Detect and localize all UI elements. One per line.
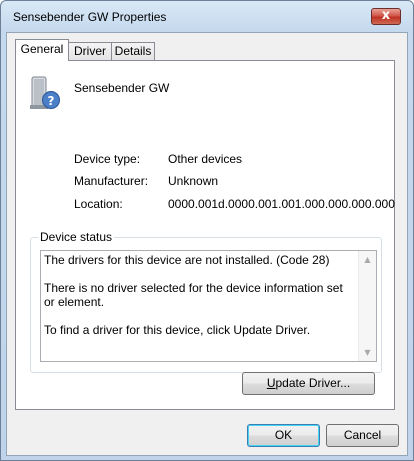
update-driver-button[interactable]: Update Driver... — [242, 372, 375, 395]
tab-general[interactable]: General — [15, 39, 69, 61]
device-status-textbox[interactable]: The drivers for this device are not inst… — [40, 250, 377, 362]
status-line: The drivers for this device are not inst… — [44, 253, 330, 267]
cancel-label: Cancel — [343, 428, 382, 442]
window-title: Sensebender GW Properties — [13, 10, 167, 24]
svg-text:?: ? — [48, 94, 55, 108]
manufacturer-value: Unknown — [168, 174, 219, 188]
unknown-device-icon: ? — [30, 76, 60, 109]
device-name: Sensebender GW — [74, 81, 170, 95]
ok-button[interactable]: OK — [247, 424, 320, 447]
status-line: To find a driver for this device, click … — [44, 323, 311, 337]
tab-details-label: Details — [114, 44, 152, 58]
dialog-client-area: General Driver Details ? Sensebender GW … — [6, 32, 408, 456]
scroll-down-icon[interactable]: ▼ — [359, 344, 376, 361]
tab-details[interactable]: Details — [111, 42, 155, 60]
device-type-value: Other devices — [168, 152, 243, 166]
location-value: 0000.001d.0000.001.001.000.000.000.000 — [168, 197, 395, 211]
device-status-group: Device status The drivers for this devic… — [30, 230, 382, 373]
tab-driver[interactable]: Driver — [68, 42, 112, 60]
general-tab-panel: ? Sensebender GW Device type: Other devi… — [15, 60, 395, 410]
tab-general-label: General — [20, 42, 64, 56]
status-scrollbar[interactable]: ▲ ▼ — [358, 251, 376, 361]
status-line: There is no driver selected for the devi… — [44, 281, 343, 309]
close-icon: x — [381, 8, 391, 23]
cancel-button[interactable]: Cancel — [326, 424, 399, 447]
close-button[interactable]: x — [371, 8, 401, 25]
tab-driver-label: Driver — [74, 44, 106, 58]
device-status-label: Device status — [38, 230, 115, 244]
update-driver-label: pdate Driver... — [275, 376, 351, 390]
location-label: Location: — [74, 197, 123, 211]
device-status-text: The drivers for this device are not inst… — [44, 253, 354, 351]
title-bar[interactable]: Sensebender GW Properties x — [1, 1, 413, 31]
scroll-up-icon[interactable]: ▲ — [359, 251, 376, 268]
ok-label: OK — [274, 428, 293, 442]
device-type-label: Device type: — [74, 152, 141, 166]
manufacturer-label: Manufacturer: — [74, 174, 149, 188]
properties-dialog: Sensebender GW Properties x General Driv… — [0, 0, 414, 461]
